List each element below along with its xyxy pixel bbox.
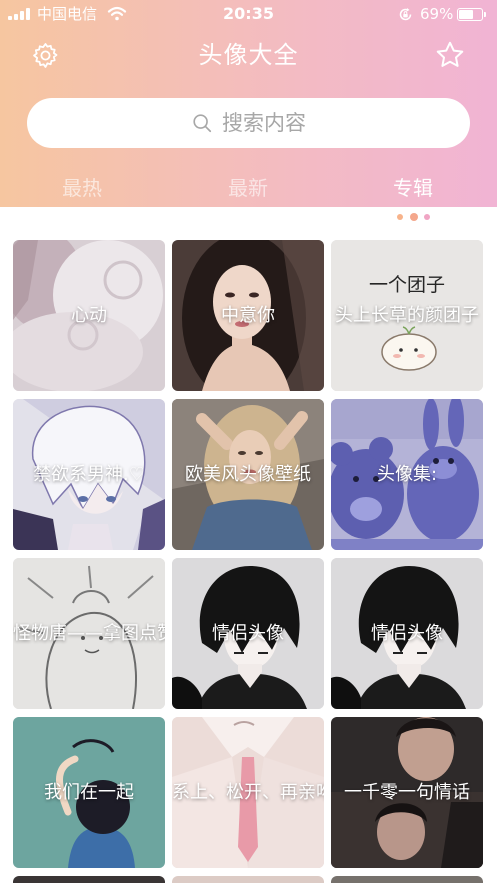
album-card[interactable]: 头像集: xyxy=(331,399,483,550)
tab-hottest[interactable]: 最热 xyxy=(32,174,132,202)
album-title: 心动 xyxy=(71,304,107,326)
album-title: 头上长草的颜团子 xyxy=(335,304,479,326)
album-title: 系上、松开、再亲吻 xyxy=(172,781,324,803)
album-card[interactable]: 中意你 xyxy=(172,240,324,391)
album-card[interactable]: 怪物唐——拿图点赞 xyxy=(13,558,165,709)
tab-indicator-dot xyxy=(424,214,430,220)
album-cover-caption: 一个团子 xyxy=(368,274,445,296)
album-card[interactable]: 系上、松开、再亲吻 xyxy=(172,717,324,868)
album-title: 一千零一句情话 xyxy=(344,781,470,803)
album-title: 中意你 xyxy=(221,304,275,326)
search-icon xyxy=(193,114,212,133)
tab-albums[interactable]: 专辑 xyxy=(363,174,463,202)
battery-icon xyxy=(457,8,483,21)
album-title: 禁欲系男神.♡ xyxy=(33,463,145,485)
album-card[interactable]: 欧美风头像壁纸 xyxy=(172,399,324,550)
tab-indicator-dot xyxy=(397,214,403,220)
search-bar[interactable]: 搜索内容 xyxy=(27,98,470,148)
album-card[interactable]: 心动 xyxy=(13,240,165,391)
rotation-lock-icon xyxy=(399,8,412,21)
album-title: 怪物唐——拿图点赞 xyxy=(13,622,165,644)
album-card[interactable]: 我们在一起 xyxy=(13,717,165,868)
battery-nub xyxy=(484,12,486,17)
album-card[interactable]: 情侣头像 xyxy=(331,558,483,709)
album-card[interactable] xyxy=(172,876,324,883)
album-card[interactable]: 一千零一句情话 xyxy=(331,717,483,868)
star-icon[interactable] xyxy=(434,39,466,71)
album-card[interactable]: 情侣头像 xyxy=(172,558,324,709)
album-card[interactable] xyxy=(331,876,483,883)
status-bar: 中国电信 20:35 69% xyxy=(0,0,497,28)
album-card[interactable] xyxy=(13,876,165,883)
page-title: 头像大全 xyxy=(198,41,299,69)
battery-percentage: 69% xyxy=(420,5,454,23)
search-placeholder: 搜索内容 xyxy=(222,111,306,135)
album-title: 欧美风头像壁纸 xyxy=(185,463,311,485)
tab-newest[interactable]: 最新 xyxy=(198,174,298,202)
album-card[interactable]: 禁欲系男神.♡ xyxy=(13,399,165,550)
album-title: 头像集: xyxy=(376,463,438,485)
album-title: 我们在一起 xyxy=(44,781,134,803)
tab-indicator-dot xyxy=(410,213,418,221)
battery-fill xyxy=(459,10,473,19)
album-card[interactable]: 一个团子 头上长草的颜团子 xyxy=(331,240,483,391)
album-title: 情侣头像 xyxy=(371,622,443,644)
album-grid: 心动 中意你 一个团子 头上长草的颜团子 禁欲系男神.♡ 欧美风头像壁纸 头像集… xyxy=(13,240,483,883)
album-title: 情侣头像 xyxy=(212,622,284,644)
